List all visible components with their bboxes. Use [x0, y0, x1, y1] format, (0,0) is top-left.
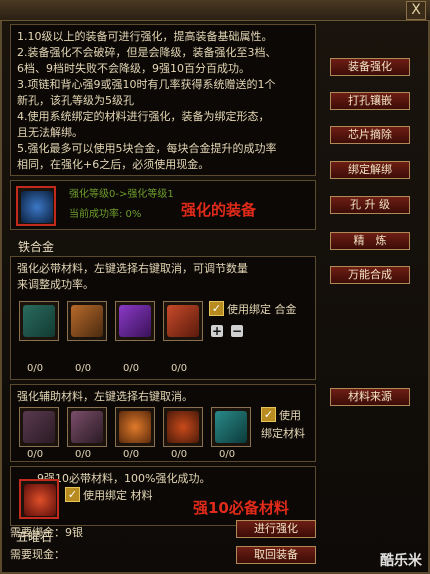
required-materials-desc: 强化必带材料，左键选择右键取消，可调节数量 来调整成功率。	[17, 261, 307, 293]
alloy-orange-icon	[71, 305, 103, 337]
menu-socket-upgrade[interactable]: 孔 升 级	[330, 196, 410, 214]
rule-line: 6档、9档时失败不会降级，9强10百分百成功。	[17, 62, 250, 75]
aux-materials-desc: 强化辅助材料，左键选择右键取消。	[17, 390, 193, 403]
desc-line: 来调整成功率。	[17, 278, 94, 291]
desc-line: 强化必带材料，左键选择右键取消，可调节数量	[17, 262, 248, 275]
alloy-count: 0/0	[75, 363, 92, 374]
aux-slot-1[interactable]	[19, 407, 59, 447]
plus-button[interactable]: +	[211, 325, 223, 337]
alloy-purple-icon	[119, 305, 151, 337]
bind-aux-checkbox[interactable]: ✓	[261, 407, 276, 422]
aux-item-icon	[119, 411, 151, 443]
alloy-green-icon	[23, 305, 55, 337]
alloy-count: 0/0	[123, 363, 140, 374]
menu-bind-unbind[interactable]: 绑定解绑	[330, 161, 410, 179]
aux-count: 0/0	[123, 449, 140, 460]
title-bar[interactable]	[0, 0, 430, 21]
plus10-annotation: 强10必备材料	[193, 499, 289, 517]
menu-socket-inlay[interactable]: 打孔镶嵌	[330, 92, 410, 110]
aux-item-icon	[167, 411, 199, 443]
bind-aux-label-2: 绑定材料	[261, 427, 305, 440]
required-materials-box: 强化必带材料，左键选择右键取消，可调节数量 来调整成功率。 0/0 0/0 0/…	[10, 256, 316, 380]
rule-line: 3.项链和背心强9或强10时有几率获得系统赠送的1个	[17, 78, 276, 91]
success-rate-text: 当前成功率: 0%	[69, 209, 142, 220]
rule-line: 5.强化最多可以使用5块合金，每块合金提升的成功率	[17, 142, 277, 155]
bind-stone-checkbox[interactable]: ✓	[65, 487, 80, 502]
rule-line: 4.使用系统绑定的材料进行强化，装备为绑定形态，	[17, 110, 270, 123]
aux-count: 0/0	[171, 449, 188, 460]
aux-slot-2[interactable]	[67, 407, 107, 447]
menu-enhance[interactable]: 装备强化	[330, 58, 410, 76]
alloy-red-icon	[167, 305, 199, 337]
equipment-slot[interactable]	[16, 186, 56, 226]
bind-alloy-checkbox[interactable]: ✓	[209, 301, 224, 316]
rule-line: 新孔，该孔等级为5级孔	[17, 94, 134, 107]
menu-chip-remove[interactable]: 芯片摘除	[330, 126, 410, 144]
menu-universal-craft[interactable]: 万能合成	[330, 266, 410, 284]
aux-slot-3[interactable]	[115, 407, 155, 447]
rule-line: 2.装备强化不会破碎，但是会降级，装备强化至3档、	[17, 46, 277, 59]
cash-cost: 需要现金：	[10, 548, 65, 561]
sword-icon	[21, 191, 53, 223]
five-star-stone-slot[interactable]	[19, 479, 59, 519]
menu-refine[interactable]: 精 炼	[330, 232, 410, 250]
enhance-level-text: 强化等级0->强化等级1	[69, 189, 174, 200]
alloy-count: 0/0	[171, 363, 188, 374]
material-source-button[interactable]: 材料来源	[330, 388, 410, 406]
alloy-count: 0/0	[27, 363, 44, 374]
alloy-slot-3[interactable]	[115, 301, 155, 341]
close-button[interactable]: X	[406, 1, 426, 20]
aux-item-icon	[71, 411, 103, 443]
take-back-equipment-button[interactable]: 取回装备	[236, 546, 316, 564]
aux-count: 0/0	[75, 449, 92, 460]
bind-aux-label-1: 使用	[279, 409, 301, 422]
bind-stone-label: 使用绑定 材料	[83, 489, 153, 502]
rule-line: 相同，在强化+6之后，必须使用现金。	[17, 158, 210, 171]
five-star-stone-icon	[24, 484, 56, 516]
plus10-desc: 9强10必带材料，100%强化成功。	[37, 472, 211, 485]
rule-line: 1.10级以上的装备可进行强化，提高装备基础属性。	[17, 30, 273, 43]
aux-count: 0/0	[27, 449, 44, 460]
aux-slot-5[interactable]	[211, 407, 251, 447]
bind-gold-cost: 需要绑金：9银	[10, 526, 83, 539]
alloy-slot-2[interactable]	[67, 301, 107, 341]
aux-materials-box: 强化辅助材料，左键选择右键取消。 0/0 0/0 0/0 0/0 0/0 ✓ 使…	[10, 384, 316, 462]
alloy-slot-4[interactable]	[163, 301, 203, 341]
alloy-slot-1[interactable]	[19, 301, 59, 341]
aux-slot-4[interactable]	[163, 407, 203, 447]
aux-count: 0/0	[219, 449, 236, 460]
bind-alloy-label: 使用绑定 合金	[227, 303, 297, 316]
equipment-box: 强化等级0->强化等级1 当前成功率: 0% 强化的装备	[10, 180, 316, 230]
rule-line: 且无法解绑。	[17, 126, 83, 139]
material-item-name: 铁合金	[18, 240, 55, 254]
start-enhance-button[interactable]: 进行强化	[236, 520, 316, 538]
aux-item-icon	[23, 411, 55, 443]
rules-text-box: 1.10级以上的装备可进行强化，提高装备基础属性。 2.装备强化不会破碎，但是会…	[10, 24, 316, 176]
watermark: 酷乐米	[380, 553, 422, 569]
equipment-annotation: 强化的装备	[181, 201, 257, 219]
plus10-materials-box: 9强10必带材料，100%强化成功。 ✓ 使用绑定 材料 强10必备材料	[10, 466, 316, 526]
aux-item-icon	[215, 411, 247, 443]
minus-button[interactable]: −	[231, 325, 243, 337]
